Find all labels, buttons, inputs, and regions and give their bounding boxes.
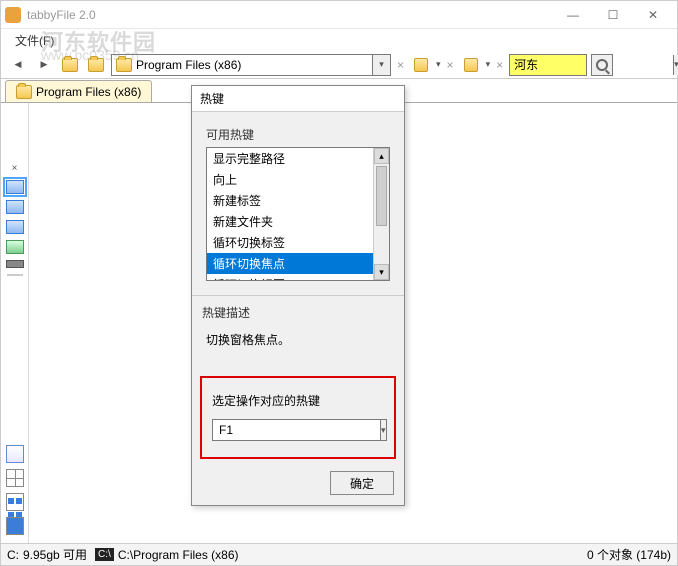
nav-up-button[interactable] [59, 54, 81, 76]
sidebar-divider [7, 274, 23, 276]
available-hotkeys-label: 可用热键 [206, 126, 390, 143]
save-button-1[interactable] [410, 54, 432, 76]
ok-button[interactable]: 确定 [330, 471, 394, 495]
toolbar: ◀ ▶ Program Files (x86) ▾ × ▾ × ▾ × ▾ [1, 51, 677, 79]
scroll-up-button[interactable]: ▴ [374, 148, 389, 164]
chevron-down-icon: ▾ [379, 59, 384, 70]
path-combo[interactable]: Program Files (x86) ▾ [111, 54, 391, 76]
status-objects: 0 个对象 (174b) [587, 546, 671, 563]
app-icon [5, 7, 21, 23]
chevron-down-icon[interactable]: ▾ [436, 59, 441, 70]
listbox-scrollbar[interactable]: ▴ ▾ [373, 148, 389, 280]
chevron-down-icon[interactable]: ▾ [486, 59, 491, 70]
search-button[interactable] [591, 54, 613, 76]
path-text: Program Files (x86) [136, 58, 241, 72]
sidebar-view-1[interactable] [6, 180, 24, 194]
folder-icon [88, 58, 104, 72]
separator: × [494, 58, 505, 72]
scroll-down-button[interactable]: ▾ [374, 264, 389, 280]
sidebar-tiles-icon[interactable] [6, 493, 24, 511]
separator: × [395, 58, 406, 72]
window-title: tabbyFile 2.0 [27, 8, 553, 22]
hotkey-desc-label: 热键描述 [202, 304, 394, 321]
hotkey-desc-text: 切换窗格焦点。 [202, 325, 394, 354]
folder-icon [16, 85, 32, 99]
list-item-selected[interactable]: 循环切换焦点 [207, 253, 373, 274]
sidebar-view-2[interactable] [6, 200, 24, 214]
tab-label: Program Files (x86) [36, 85, 141, 99]
search-box[interactable]: ▾ [509, 54, 587, 76]
hotkey-input[interactable] [212, 419, 381, 441]
disk-icon [414, 58, 428, 72]
status-path: C:\Program Files (x86) [118, 548, 239, 562]
status-drive: C: 9.95gb 可用 [7, 546, 87, 563]
sidebar-bottom [1, 445, 29, 541]
sidebar-view-5[interactable] [6, 260, 24, 268]
separator: × [445, 58, 456, 72]
status-bar: C: 9.95gb 可用 C:\ C:\Program Files (x86) … [1, 543, 677, 565]
list-item[interactable]: 循环切换标签 [207, 232, 373, 253]
chevron-down-icon: ▾ [381, 425, 386, 436]
sidebar-grid-icon[interactable] [6, 469, 24, 487]
sidebar-close[interactable]: × [12, 163, 18, 174]
chevron-down-icon: ▾ [674, 59, 678, 70]
list-item[interactable]: 循环切换视图 [207, 274, 373, 281]
disk-icon [464, 58, 478, 72]
folder-icon [116, 58, 132, 72]
menu-file[interactable]: 文件(F) [9, 30, 60, 51]
hotkey-assign-label: 选定操作对应的热键 [212, 392, 384, 409]
cmd-icon: C:\ [95, 548, 114, 561]
list-item[interactable]: 新建标签 [207, 190, 373, 211]
tab-active[interactable]: Program Files (x86) [5, 80, 152, 102]
sidebar-notes-icon[interactable] [6, 445, 24, 463]
list-item[interactable]: 向上 [207, 169, 373, 190]
maximize-button[interactable]: ☐ [593, 1, 633, 29]
close-button[interactable]: ✕ [633, 1, 673, 29]
search-icon [596, 59, 608, 71]
title-bar: tabbyFile 2.0 — ☐ ✕ [1, 1, 677, 29]
save-button-2[interactable] [460, 54, 482, 76]
minimize-button[interactable]: — [553, 1, 593, 29]
menu-bar: 文件(F) 河东软件园 www.pc0359.cn [1, 29, 677, 51]
hotkey-assign-section: 选定操作对应的热键 ▾ [200, 376, 396, 459]
sidebar-view-3[interactable] [6, 220, 24, 234]
search-dropdown[interactable]: ▾ [673, 55, 678, 75]
nav-back-button[interactable]: ◀ [7, 54, 29, 76]
dialog-title: 热键 [192, 86, 404, 112]
nav-fwd-button[interactable]: ▶ [33, 54, 55, 76]
sidebar-view-4[interactable] [6, 240, 24, 254]
hotkey-dropdown-button[interactable]: ▾ [381, 419, 387, 441]
nav-down-button[interactable] [85, 54, 107, 76]
status-path-seg: C:\ C:\Program Files (x86) [95, 548, 238, 562]
hotkey-listbox[interactable]: 显示完整路径 向上 新建标签 新建文件夹 循环切换标签 循环切换焦点 循环切换视… [206, 147, 390, 281]
folder-up-icon [62, 58, 78, 72]
path-dropdown-button[interactable]: ▾ [372, 55, 390, 75]
sidebar-panel-icon[interactable] [6, 517, 24, 535]
list-item[interactable]: 新建文件夹 [207, 211, 373, 232]
list-item[interactable]: 显示完整路径 [207, 148, 373, 169]
hotkey-dialog: 热键 可用热键 显示完整路径 向上 新建标签 新建文件夹 循环切换标签 循环切换… [191, 85, 405, 506]
scroll-thumb[interactable] [376, 166, 387, 226]
